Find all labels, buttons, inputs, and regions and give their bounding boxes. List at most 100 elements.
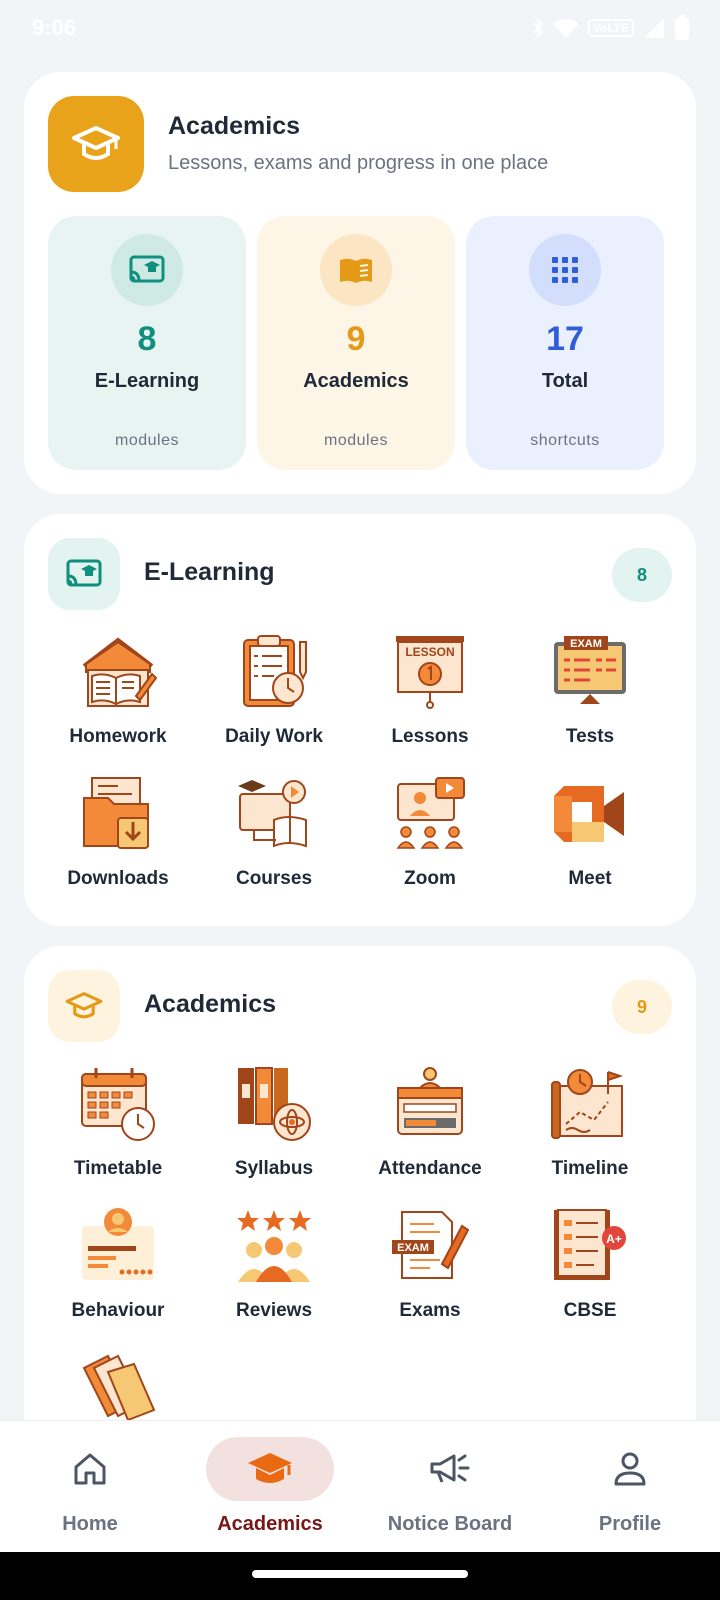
bluetooth-icon — [533, 17, 544, 39]
section-title: Academics — [144, 990, 277, 1018]
lesson-board-icon: LESSON — [396, 636, 464, 709]
tile-label: Downloads — [67, 868, 169, 889]
signal-icon — [644, 18, 664, 38]
attendance-desk-icon — [397, 1067, 463, 1135]
tile-syllabus[interactable]: Syllabus — [194, 1062, 354, 1202]
tile-label: Lessons — [391, 726, 469, 747]
summary-title: Academics — [168, 112, 301, 140]
stat-value: 9 — [346, 320, 366, 358]
tile-attendance[interactable]: Attendance — [350, 1062, 510, 1202]
exam-screen-icon: EXAM — [554, 636, 626, 704]
tile-label: Timeline — [551, 1158, 629, 1179]
stat-unit: modules — [115, 432, 179, 449]
battery-icon — [675, 15, 689, 40]
status-time: 9:06 — [32, 15, 77, 40]
tile-label: Syllabus — [234, 1158, 314, 1179]
board-text: EXAM — [570, 638, 602, 650]
tile-meet[interactable]: Meet — [510, 772, 670, 912]
tile-label: Exams — [399, 1300, 461, 1321]
nav-label: Academics — [217, 1513, 323, 1535]
download-folder-icon — [83, 777, 149, 849]
stat-unit: shortcuts — [530, 432, 600, 449]
books-atom-icon — [238, 1067, 311, 1141]
tile-lessons[interactable]: LESSON Lessons — [350, 630, 510, 770]
timeline-map-icon — [551, 1069, 624, 1139]
screen-cast-icon — [48, 538, 120, 610]
tile-label: Attendance — [378, 1158, 482, 1179]
tile-homework[interactable]: Homework — [38, 630, 198, 770]
summary-card: Academics Lessons, exams and progress in… — [24, 72, 696, 494]
tile-label: Meet — [568, 868, 612, 889]
tile-timetable[interactable]: Timetable — [38, 1062, 198, 1202]
count-badge: 9 — [612, 980, 672, 1034]
gesture-handle[interactable] — [252, 1570, 468, 1578]
tile-tests[interactable]: EXAM Tests — [510, 630, 670, 770]
academics-section: Academics 9 Timetable Syllabus Attendanc… — [24, 946, 696, 1466]
nav-label: Profile — [598, 1513, 662, 1535]
home-icon — [26, 1437, 154, 1501]
nav-label: Notice Board — [387, 1513, 513, 1535]
stat-total[interactable]: 17 Total shortcuts — [466, 216, 664, 470]
board-text: LESSON — [405, 645, 454, 659]
tile-label: Reviews — [235, 1300, 313, 1321]
nav-item-home[interactable]: Home — [0, 1421, 180, 1553]
tile-label: Timetable — [73, 1158, 163, 1179]
nav-label: Home — [62, 1513, 118, 1535]
tile-label: Homework — [69, 726, 167, 747]
board-text: A+ — [606, 1232, 622, 1246]
nav-item-profile[interactable]: Profile — [540, 1421, 720, 1553]
tile-label: Courses — [235, 868, 313, 889]
elearning-section: E-Learning 8 Homework Daily Work LESSON … — [24, 514, 696, 926]
homework-icon — [82, 637, 158, 707]
tile-reviews[interactable]: Reviews — [194, 1204, 354, 1344]
open-book-icon — [320, 234, 392, 306]
graduation-cap-icon — [48, 970, 120, 1042]
person-icon — [566, 1437, 694, 1501]
tile-daily-work[interactable]: Daily Work — [194, 630, 354, 770]
stat-unit: modules — [324, 432, 388, 449]
tile-label: Zoom — [404, 868, 456, 889]
stat-label: E-Learning — [94, 370, 200, 392]
folders-icon — [82, 1354, 156, 1422]
video-conference-icon — [396, 777, 465, 849]
tile-exams[interactable]: EXAM Exams — [350, 1204, 510, 1344]
stat-label: Total — [541, 370, 589, 392]
tile-label: Behaviour — [71, 1300, 165, 1321]
wifi-icon — [552, 19, 579, 38]
meet-camera-icon — [554, 786, 624, 842]
tile-zoom[interactable]: Zoom — [350, 772, 510, 912]
grid-apps-icon — [529, 234, 601, 306]
graduation-cap-icon — [48, 96, 144, 192]
megaphone-icon — [386, 1437, 514, 1501]
tile-label: Tests — [565, 726, 615, 747]
tile-behaviour[interactable]: Behaviour — [38, 1204, 198, 1344]
stat-label: Academics — [303, 370, 409, 392]
bottom-nav: Home Academics Notice Board Profile — [0, 1420, 720, 1552]
graduation-cap-icon — [206, 1437, 334, 1501]
behaviour-card-icon — [82, 1208, 154, 1280]
status-bar: 9:06 VoLTE — [0, 0, 720, 56]
tile-downloads[interactable]: Downloads — [38, 772, 198, 912]
summary-subtitle: Lessons, exams and progress in one place — [168, 152, 549, 174]
star-reviews-icon — [237, 1210, 311, 1282]
status-icons: VoLTE — [532, 15, 690, 41]
stat-academics[interactable]: 9 Academics modules — [257, 216, 455, 470]
stat-elearning[interactable]: 8 E-Learning modules — [48, 216, 246, 470]
stat-value: 8 — [137, 320, 157, 358]
calendar-clock-icon — [81, 1068, 155, 1141]
online-course-icon — [238, 780, 307, 848]
exam-paper-icon: EXAM — [392, 1211, 470, 1279]
tile-courses[interactable]: Courses — [194, 772, 354, 912]
count-badge: 8 — [612, 548, 672, 602]
nav-item-academics[interactable]: Academics — [180, 1421, 360, 1553]
stat-value: 17 — [546, 320, 584, 358]
tile-timeline[interactable]: Timeline — [510, 1062, 670, 1202]
board-text: EXAM — [397, 1242, 429, 1254]
clipboard-timer-icon — [243, 635, 307, 707]
checklist-grade-icon: A+ — [554, 1209, 626, 1280]
tile-cbse[interactable]: A+ CBSE — [510, 1204, 670, 1344]
tile-label: CBSE — [563, 1300, 617, 1321]
section-title: E-Learning — [144, 558, 275, 586]
nav-item-notice-board[interactable]: Notice Board — [360, 1421, 540, 1553]
screen-cast-icon — [111, 234, 183, 306]
